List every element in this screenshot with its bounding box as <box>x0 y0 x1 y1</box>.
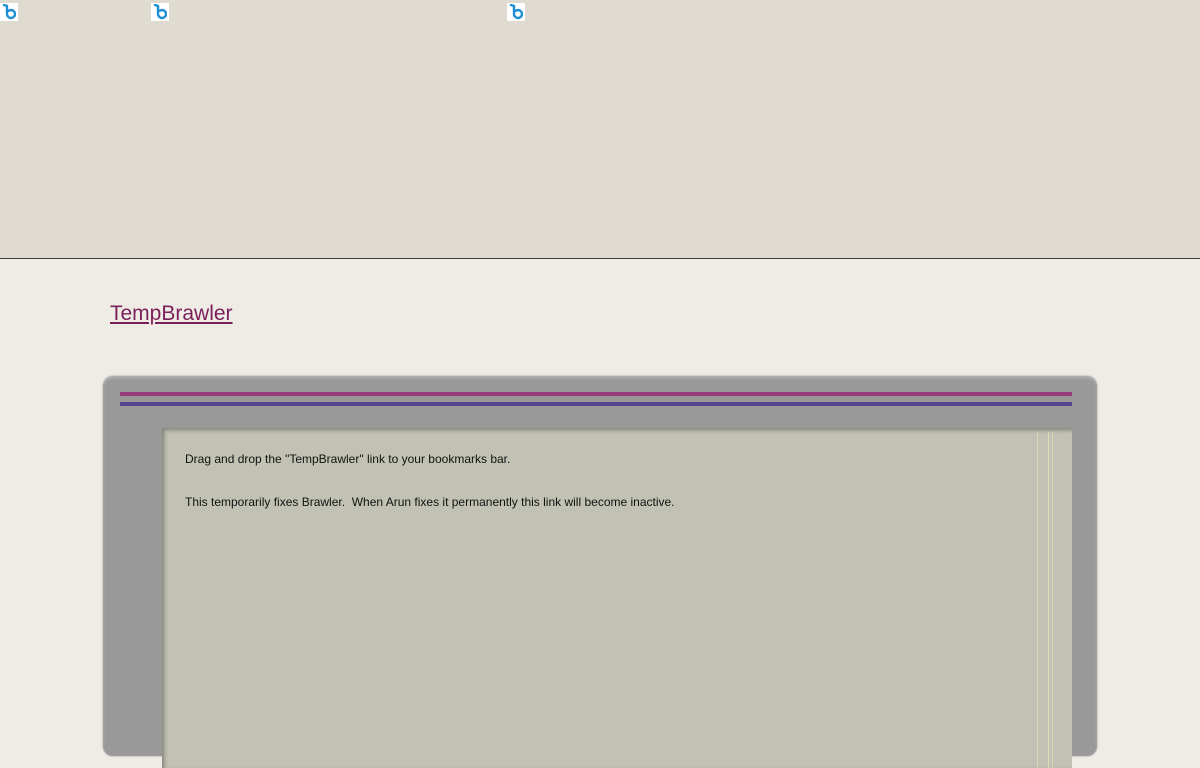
top-banner <box>0 0 1200 259</box>
tempbrawler-bookmarklet-link[interactable]: TempBrawler <box>110 302 233 326</box>
instruction-temporary-fix-text: This temporarily fixes Brawler. When Aru… <box>185 495 675 509</box>
bing-icon[interactable] <box>507 3 525 21</box>
instructions-panel: Drag and drop the "TempBrawler" link to … <box>162 428 1072 768</box>
bing-icon[interactable] <box>151 3 169 21</box>
divider-line <box>1037 432 1038 768</box>
bing-icon[interactable] <box>0 3 18 21</box>
divider-line <box>1048 432 1049 768</box>
stripe-top <box>120 392 1072 396</box>
content-frame: Drag and drop the "TempBrawler" link to … <box>103 376 1097 768</box>
instruction-drag-text: Drag and drop the "TempBrawler" link to … <box>185 452 511 466</box>
divider-line <box>1052 432 1053 768</box>
stripe-bottom <box>120 402 1072 406</box>
